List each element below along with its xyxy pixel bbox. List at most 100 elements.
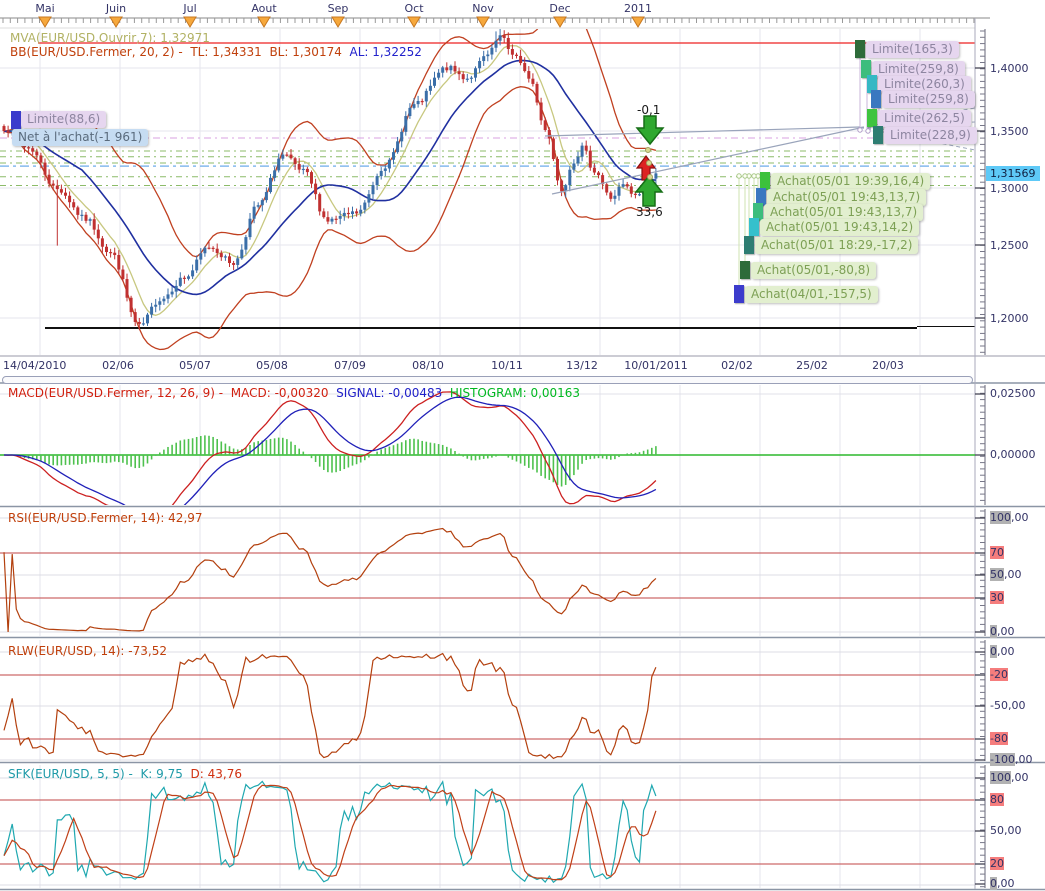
trading-chart-window: MVA(EUR/USD.Ouvrir,7): 1,32971 BB(EUR/US…: [0, 0, 1045, 891]
sfk-panel-header: SFK(EUR/USD, 5, 5) - K: 9,75 D: 43,76: [8, 767, 242, 781]
rsi-axis-label: 70: [990, 546, 1004, 559]
achat-badge[interactable]: Achat(05/01 18:29,-17,2): [755, 237, 918, 254]
achat-badge-swatch: [734, 285, 744, 303]
rlw-axis-suffix: ,00: [997, 645, 1015, 658]
month-label: Sep: [318, 2, 358, 15]
rsi-axis-suffix: ,00: [1011, 511, 1029, 524]
rsi-axis-value: 100: [990, 511, 1011, 524]
date-label: 13/12: [547, 359, 617, 372]
rlw-axis-suffix: ,00: [1015, 753, 1033, 766]
date-label: 10/01/2011: [621, 359, 691, 372]
rsi-axis-suffix: ,00: [997, 625, 1015, 638]
sfk-axis-label: 0,00: [990, 877, 1015, 890]
rlw-axis-label: -20: [990, 668, 1008, 681]
achat-badge-swatch: [749, 218, 759, 236]
sfk-axis-suffix: ,00: [997, 877, 1015, 890]
month-label: Nov: [463, 2, 503, 15]
month-marker-triangle: [258, 17, 270, 27]
limite-badge[interactable]: Limite(228,9): [884, 127, 977, 144]
rlw-panel-header: RLW(EUR/USD, 14): -73,52: [8, 644, 167, 658]
bb-values-label: BB(EUR/USD.Fermer, 20, 2) - TL: 1,34331 …: [10, 45, 349, 59]
month-marker-triangle: [332, 17, 344, 27]
rlw-axis-label: -80: [990, 732, 1008, 745]
price-axis-label: 1,3500: [990, 125, 1029, 138]
month-marker-triangle: [632, 17, 644, 27]
sfk-axis-suffix: ,00: [1011, 771, 1029, 784]
macd-title: MACD(EUR/USD.Fermer, 12, 26, 9) -: [8, 386, 227, 400]
rsi-axis-value: 30: [990, 591, 1004, 604]
macd-panel-header: MACD(EUR/USD.Fermer, 12, 26, 9) - MACD: …: [8, 386, 580, 400]
price-axis-label: 1,2000: [990, 312, 1029, 325]
price-axis-label: 1,3000: [990, 182, 1029, 195]
limite-left-badge[interactable]: Limite(88,6): [21, 111, 106, 128]
rlw-axis-label: -100,00: [990, 753, 1032, 766]
price-axis-label: 1,4000: [990, 62, 1029, 75]
sfk-axis-value: 80: [990, 793, 1004, 806]
sell-arrow-icon: [637, 116, 663, 144]
month-label: 2011: [618, 2, 658, 15]
rsi-axis-value: 0: [990, 625, 997, 638]
sfk-axis-value: 20: [990, 857, 1004, 870]
rsi-axis-value: 70: [990, 546, 1004, 559]
sfk-axis-value: 0: [990, 877, 997, 890]
rlw-axis-value: -100: [990, 753, 1015, 766]
achat-badge[interactable]: Achat(05/01 19:43,14,2): [760, 219, 919, 236]
date-label: 05/08: [237, 359, 307, 372]
month-marker-triangle: [477, 17, 489, 27]
sfk-axis-label: 100,00: [990, 771, 1029, 784]
mva-indicator-label: MVA(EUR/USD.Ouvrir,7): 1,32971: [10, 31, 210, 45]
sfk-axis-label: 80: [990, 793, 1004, 806]
date-label: 20/03: [853, 359, 923, 372]
sfk-axis-value: 100: [990, 771, 1011, 784]
date-label: 07/09: [315, 359, 385, 372]
macd-axis-label: 0,00000: [990, 448, 1036, 461]
rlw-axis-label: -50,00: [990, 699, 1025, 712]
month-label: Mai: [25, 2, 65, 15]
date-label: 10/11: [472, 359, 542, 372]
rsi-axis-value: 50: [990, 568, 1004, 581]
rsi-axis-label: 100,00: [990, 511, 1029, 524]
net-achat-badge[interactable]: Net à l'achat(-1 961): [12, 129, 148, 146]
macd-axis-label: 0,02500: [990, 387, 1036, 400]
date-label: 08/10: [393, 359, 463, 372]
achat-badge[interactable]: Achat(05/01 19:39,16,4): [771, 173, 930, 190]
achat-badge-swatch: [744, 236, 754, 254]
sfk-axis-value: 50,00: [990, 824, 1022, 837]
sfk-d-value: D: 43,76: [191, 767, 242, 781]
al-value-label: AL: 1,32252: [349, 45, 421, 59]
limite-badge-swatch: [871, 90, 881, 108]
achat-badge[interactable]: Achat(05/01,-80,8): [751, 262, 876, 279]
horizontal-scrollbar[interactable]: [2, 376, 973, 384]
rsi-axis-label: 50,00: [990, 568, 1022, 581]
month-label: Juin: [96, 2, 136, 15]
month-marker-triangle: [554, 17, 566, 27]
limite-badge-swatch: [873, 126, 883, 144]
limite-badge[interactable]: Limite(165,3): [866, 41, 959, 58]
rlw-axis-value: 0: [990, 645, 997, 658]
limite-badge[interactable]: Limite(259,8): [882, 91, 975, 108]
sfk-axis-label: 50,00: [990, 824, 1022, 837]
macd-axis-value: 0,00000: [990, 448, 1036, 461]
limite-badge[interactable]: Limite(262,5): [878, 110, 971, 127]
bb-indicator-label: BB(EUR/USD.Fermer, 20, 2) - TL: 1,34331 …: [10, 45, 422, 59]
histogram-value: HISTOGRAM: 0,00163: [450, 386, 580, 400]
macd-value: MACD: -0,00320: [227, 386, 336, 400]
rsi-axis-label: 0,00: [990, 625, 1015, 638]
month-marker-triangle: [408, 17, 420, 27]
buy-arrow-icon: [636, 176, 662, 206]
date-label: 05/07: [160, 359, 230, 372]
limite-badge-swatch: [855, 40, 865, 58]
limite-badge-swatch: [867, 109, 877, 127]
achat-badge[interactable]: Achat(04/01,-157,5): [745, 286, 878, 303]
rsi-axis-suffix: ,00: [1004, 568, 1022, 581]
limite-left-swatch: [11, 111, 21, 129]
rlw-axis-value: -80: [990, 732, 1008, 745]
month-label: Oct: [394, 2, 434, 15]
month-label: Dec: [540, 2, 580, 15]
date-label: 02/06: [83, 359, 153, 372]
current-price-tag: 1,31569: [986, 166, 1040, 181]
month-label: Jul: [170, 2, 210, 15]
macd-axis-value: 0,02500: [990, 387, 1036, 400]
date-label: 02/02: [702, 359, 772, 372]
date-label: 25/02: [777, 359, 847, 372]
